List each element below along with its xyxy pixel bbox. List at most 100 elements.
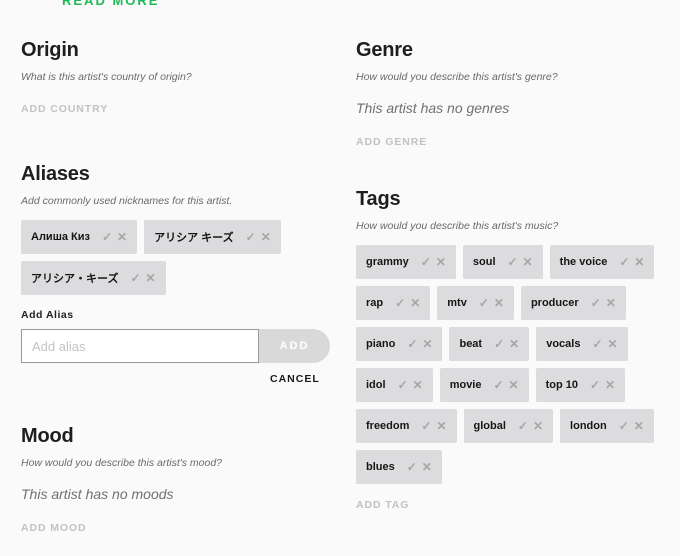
genre-description: How would you describe this artist's gen…	[356, 71, 558, 83]
check-icon[interactable]: ✓	[619, 420, 629, 432]
check-icon[interactable]: ✓	[407, 338, 417, 350]
tag-chip: idol ✓ ✕	[356, 368, 433, 402]
close-icon[interactable]: ✕	[117, 231, 127, 243]
tag-chip: global ✓ ✕	[463, 409, 554, 443]
tags-title: Tags	[356, 188, 401, 210]
close-icon[interactable]: ✕	[509, 379, 519, 391]
close-icon[interactable]: ✕	[509, 338, 519, 350]
aliases-title: Aliases	[21, 163, 90, 185]
close-icon[interactable]: ✕	[413, 379, 423, 391]
check-icon[interactable]: ✓	[398, 379, 408, 391]
tag-list: grammy ✓ ✕ soul ✓ ✕ the voice ✓ ✕ rap ✓ ✕ mtv ✓ ✕ produ…	[356, 245, 671, 491]
alias-list: Алиша Киз ✓ ✕ アリシア キーズ ✓ ✕ アリシア・キーズ ✓ ✕	[21, 220, 331, 302]
mood-section: Mood How would you describe this artist'…	[21, 425, 331, 536]
tag-chip: piano ✓ ✕	[356, 327, 443, 361]
close-icon[interactable]: ✕	[605, 379, 615, 391]
tag-chip: rap ✓ ✕	[356, 286, 431, 320]
tag-chip: producer ✓ ✕	[520, 286, 626, 320]
tag-chip-label: global	[473, 420, 506, 432]
alias-chip: アリシア・キーズ ✓ ✕	[21, 261, 166, 295]
origin-title: Origin	[21, 39, 79, 61]
tag-chip: mtv ✓ ✕	[437, 286, 514, 320]
tag-chip: beat ✓ ✕	[449, 327, 530, 361]
origin-description: What is this artist's country of origin?	[21, 71, 192, 83]
check-icon[interactable]: ✓	[102, 231, 112, 243]
close-icon[interactable]: ✕	[422, 338, 432, 350]
tag-chip-label: idol	[366, 379, 386, 391]
alias-chip: Алиша Киз ✓ ✕	[21, 220, 138, 254]
close-icon[interactable]: ✕	[422, 461, 432, 473]
alias-chip-label: アリシア キーズ	[154, 232, 234, 244]
tag-chip: vocals ✓ ✕	[536, 327, 628, 361]
close-icon[interactable]: ✕	[410, 297, 420, 309]
mood-description: How would you describe this artist's moo…	[21, 457, 223, 469]
add-tag-link[interactable]: ADD TAG	[356, 499, 409, 511]
close-icon[interactable]: ✕	[146, 272, 156, 284]
tags-description: How would you describe this artist's mus…	[356, 220, 559, 232]
check-icon[interactable]: ✓	[493, 379, 503, 391]
add-mood-link[interactable]: ADD MOOD	[21, 522, 87, 534]
close-icon[interactable]: ✕	[634, 420, 644, 432]
genre-section: Genre How would you describe this artist…	[356, 39, 666, 150]
alias-chip-label: アリシア・キーズ	[31, 273, 119, 285]
check-icon[interactable]: ✓	[479, 297, 489, 309]
check-icon[interactable]: ✓	[421, 420, 431, 432]
close-icon[interactable]: ✕	[436, 420, 446, 432]
tag-chip: soul ✓ ✕	[462, 245, 543, 279]
tag-chip: grammy ✓ ✕	[356, 245, 456, 279]
genre-title: Genre	[356, 39, 413, 61]
tag-chip-label: freedom	[366, 420, 410, 432]
check-icon[interactable]: ✓	[421, 256, 431, 268]
tag-chip: freedom ✓ ✕	[356, 409, 457, 443]
close-icon[interactable]: ✕	[533, 420, 543, 432]
tag-chip-label: grammy	[366, 256, 409, 268]
aliases-section: Aliases Add commonly used nicknames for …	[21, 163, 331, 385]
read-more-link[interactable]: READ MORE	[62, 0, 159, 8]
alias-input[interactable]	[21, 329, 259, 363]
alias-chip: アリシア キーズ ✓ ✕	[144, 220, 281, 254]
aliases-description: Add commonly used nicknames for this art…	[21, 195, 233, 207]
close-icon[interactable]: ✕	[523, 256, 533, 268]
check-icon[interactable]: ✓	[590, 379, 600, 391]
tag-chip-label: blues	[366, 461, 395, 473]
check-icon[interactable]: ✓	[246, 231, 256, 243]
tag-chip: top 10 ✓ ✕	[535, 368, 626, 402]
check-icon[interactable]: ✓	[592, 338, 602, 350]
tag-chip-label: the voice	[559, 256, 608, 268]
close-icon[interactable]: ✕	[634, 256, 644, 268]
tag-chip-label: vocals	[546, 338, 581, 350]
tags-section: Tags How would you describe this artist'…	[356, 188, 666, 513]
add-country-link[interactable]: ADD COUNTRY	[21, 103, 108, 115]
check-icon[interactable]: ✓	[508, 256, 518, 268]
check-icon[interactable]: ✓	[130, 272, 140, 284]
add-genre-link[interactable]: ADD GENRE	[356, 136, 427, 148]
tag-chip: movie ✓ ✕	[439, 368, 529, 402]
check-icon[interactable]: ✓	[619, 256, 629, 268]
add-alias-row: ADD	[21, 329, 331, 363]
tag-chip: the voice ✓ ✕	[549, 245, 655, 279]
tag-chip-label: soul	[472, 256, 496, 268]
cancel-button[interactable]: CANCEL	[270, 373, 320, 385]
check-icon[interactable]: ✓	[407, 461, 417, 473]
mood-empty-note: This artist has no moods	[21, 486, 174, 502]
add-alias-button[interactable]: ADD	[259, 329, 330, 363]
tag-chip-label: london	[570, 420, 607, 432]
tag-chip: london ✓ ✕	[560, 409, 654, 443]
tag-chip-label: top 10	[545, 379, 579, 391]
tag-chip-label: beat	[459, 338, 483, 350]
close-icon[interactable]: ✕	[608, 338, 618, 350]
close-icon[interactable]: ✕	[261, 231, 271, 243]
close-icon[interactable]: ✕	[436, 256, 446, 268]
tag-chip-label: producer	[530, 297, 579, 309]
close-icon[interactable]: ✕	[494, 297, 504, 309]
close-icon[interactable]: ✕	[606, 297, 616, 309]
check-icon[interactable]: ✓	[591, 297, 601, 309]
genre-empty-note: This artist has no genres	[356, 100, 510, 116]
origin-section: Origin What is this artist's country of …	[21, 39, 331, 117]
add-alias-label: Add Alias	[21, 309, 74, 321]
tag-chip-label: piano	[366, 338, 396, 350]
check-icon[interactable]: ✓	[395, 297, 405, 309]
check-icon[interactable]: ✓	[518, 420, 528, 432]
check-icon[interactable]: ✓	[494, 338, 504, 350]
mood-title: Mood	[21, 425, 74, 447]
